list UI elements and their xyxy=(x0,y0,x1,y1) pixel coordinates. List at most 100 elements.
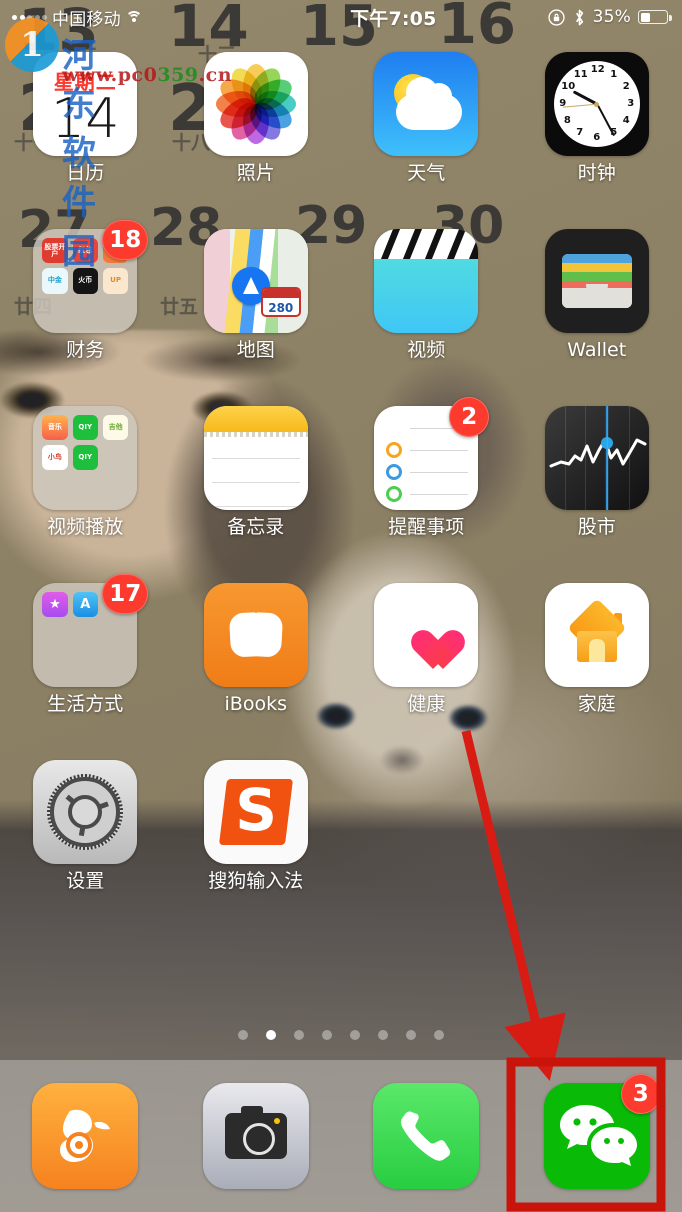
notes-icon-wrap[interactable] xyxy=(203,405,308,510)
health-icon-wrap[interactable] xyxy=(374,582,479,687)
page-dot[interactable] xyxy=(406,1030,416,1040)
reminders-line xyxy=(410,493,469,496)
app-label: 天气 xyxy=(407,162,446,184)
page-dot[interactable] xyxy=(378,1030,388,1040)
app-label: 备忘录 xyxy=(227,515,285,538)
reminders-icon-wrap[interactable]: 2 xyxy=(374,396,490,510)
dock-item-uc-browser[interactable] xyxy=(32,1083,139,1189)
folder-mini-app: A xyxy=(72,591,98,617)
map-park-edge xyxy=(277,228,308,333)
dock-item-camera[interactable] xyxy=(202,1083,309,1189)
app-label: 时钟 xyxy=(577,162,616,184)
wallet-icon-wrap[interactable] xyxy=(544,228,649,333)
photos-icon-wrap[interactable] xyxy=(203,52,308,156)
app-label: 提醒事项 xyxy=(388,515,465,538)
app-reminders[interactable]: 2 提醒事项 xyxy=(341,396,512,538)
battery-icon xyxy=(638,10,672,24)
maps-icon-wrap[interactable]: 280 xyxy=(203,228,308,333)
app-ibooks[interactable]: iBooks xyxy=(171,582,342,715)
app-clock[interactable]: 1 2 3 4 5 6 7 8 9 10 11 12 时钟 xyxy=(512,52,682,184)
video-player-folder-icon[interactable]: 音乐 QIY 吉他 小鸟 QIY xyxy=(33,405,138,510)
clock-numeral: 11 xyxy=(573,68,588,80)
folder-finance[interactable]: 股票开户 红包 测评 中金 火币 UP 18 财务 xyxy=(0,219,171,361)
app-wallet[interactable]: Wallet xyxy=(512,228,682,361)
calendar-icon[interactable]: 星期二 14 xyxy=(33,52,138,156)
page-indicator-dots[interactable] xyxy=(0,1030,682,1040)
video-player-folder-wrap[interactable]: 音乐 QIY 吉他 小鸟 QIY xyxy=(33,405,138,510)
ibooks-icon[interactable] xyxy=(203,582,308,687)
folder-mini-app: 吉他 xyxy=(102,414,129,441)
page-dot[interactable] xyxy=(266,1030,276,1040)
sogou-input-icon[interactable]: S xyxy=(203,759,308,864)
clock-numeral: 1 xyxy=(610,68,618,80)
camera-icon[interactable] xyxy=(202,1083,309,1189)
page-dot[interactable] xyxy=(322,1030,332,1040)
calendar-icon-wrap[interactable]: 星期二 14 xyxy=(33,52,138,156)
badge-count: 18 xyxy=(102,219,149,260)
dock-item-wechat[interactable]: 3 xyxy=(543,1074,661,1189)
phone-icon[interactable] xyxy=(373,1083,480,1189)
finance-folder-wrap[interactable]: 股票开户 红包 测评 中金 火币 UP 18 xyxy=(33,219,149,333)
notes-line xyxy=(211,457,300,460)
app-health[interactable]: 健康 xyxy=(341,582,512,715)
app-notes[interactable]: 备忘录 xyxy=(171,405,342,538)
app-calendar[interactable]: 星期二 14 日历 xyxy=(0,52,171,184)
status-bar: 中国移动 下午7:05 35% xyxy=(0,0,682,34)
app-stocks[interactable]: 股市 xyxy=(512,405,682,538)
folder-lifestyle[interactable]: ★ A 17 生活方式 xyxy=(0,573,171,715)
notes-line xyxy=(211,505,300,508)
page-dot[interactable] xyxy=(294,1030,304,1040)
app-weather[interactable]: 天气 xyxy=(341,52,512,184)
health-icon[interactable] xyxy=(374,582,479,687)
photos-icon[interactable] xyxy=(203,52,308,156)
videos-icon-wrap[interactable] xyxy=(374,228,479,333)
app-photos[interactable]: 照片 xyxy=(171,52,342,184)
home-icon-wrap[interactable] xyxy=(544,582,649,687)
settings-icon-wrap[interactable] xyxy=(33,759,138,864)
page-dot[interactable] xyxy=(350,1030,360,1040)
app-videos[interactable]: 视频 xyxy=(341,228,512,361)
videos-icon[interactable] xyxy=(374,228,479,333)
phone-handset-glyph xyxy=(401,1111,451,1161)
heart-icon xyxy=(403,614,449,656)
app-sogou-input[interactable]: S 搜狗输入法 xyxy=(171,759,342,892)
badge-count: 17 xyxy=(102,573,149,614)
app-grid: 星期二 14 日历 照片 天气 1 2 3 4 5 6 7 8 9 10 11 … xyxy=(0,52,682,891)
weather-icon[interactable] xyxy=(374,52,479,156)
sogou-glyph: S xyxy=(235,775,277,844)
app-label: iBooks xyxy=(224,692,287,715)
notes-header-bar xyxy=(203,405,308,432)
camera-body xyxy=(224,1106,287,1159)
uc-squirrel-glyph xyxy=(60,1109,111,1162)
lifestyle-folder-wrap[interactable]: ★ A 17 xyxy=(33,573,149,687)
uc-browser-icon[interactable] xyxy=(32,1083,139,1189)
stocks-icon-wrap[interactable] xyxy=(544,405,649,510)
app-label: 视频 xyxy=(407,338,446,361)
settings-icon[interactable] xyxy=(33,759,138,864)
weather-icon-wrap[interactable] xyxy=(374,52,479,156)
folder-video-player[interactable]: 音乐 QIY 吉他 小鸟 QIY 视频播放 xyxy=(0,405,171,538)
app-home[interactable]: 家庭 xyxy=(512,582,682,715)
reminders-dot-orange-icon xyxy=(386,441,403,458)
app-settings[interactable]: 设置 xyxy=(0,759,171,892)
notes-icon[interactable] xyxy=(203,405,308,510)
clock-icon-wrap[interactable]: 1 2 3 4 5 6 7 8 9 10 11 12 xyxy=(544,52,649,156)
maps-icon[interactable]: 280 xyxy=(203,228,308,333)
wallet-icon[interactable] xyxy=(544,228,649,333)
camera-flash-dot xyxy=(273,1118,280,1124)
page-dot[interactable] xyxy=(434,1030,444,1040)
stocks-icon[interactable] xyxy=(544,405,649,510)
ibooks-icon-wrap[interactable] xyxy=(203,582,308,687)
home-icon[interactable] xyxy=(544,582,649,687)
dock: 3 xyxy=(0,1060,682,1212)
page-dot[interactable] xyxy=(238,1030,248,1040)
route-shield-icon: 280 xyxy=(260,286,301,317)
folder-mini-app: UP xyxy=(102,268,129,294)
clock-icon[interactable]: 1 2 3 4 5 6 7 8 9 10 11 12 xyxy=(544,52,649,156)
clock-face: 1 2 3 4 5 6 7 8 9 10 11 12 xyxy=(553,61,640,147)
folder-mini-app: 小鸟 xyxy=(42,445,68,471)
app-maps[interactable]: 280 地图 xyxy=(171,228,342,361)
sogou-icon-wrap[interactable]: S xyxy=(203,759,308,864)
dock-item-phone[interactable] xyxy=(373,1083,480,1189)
book-right-page xyxy=(252,611,283,658)
